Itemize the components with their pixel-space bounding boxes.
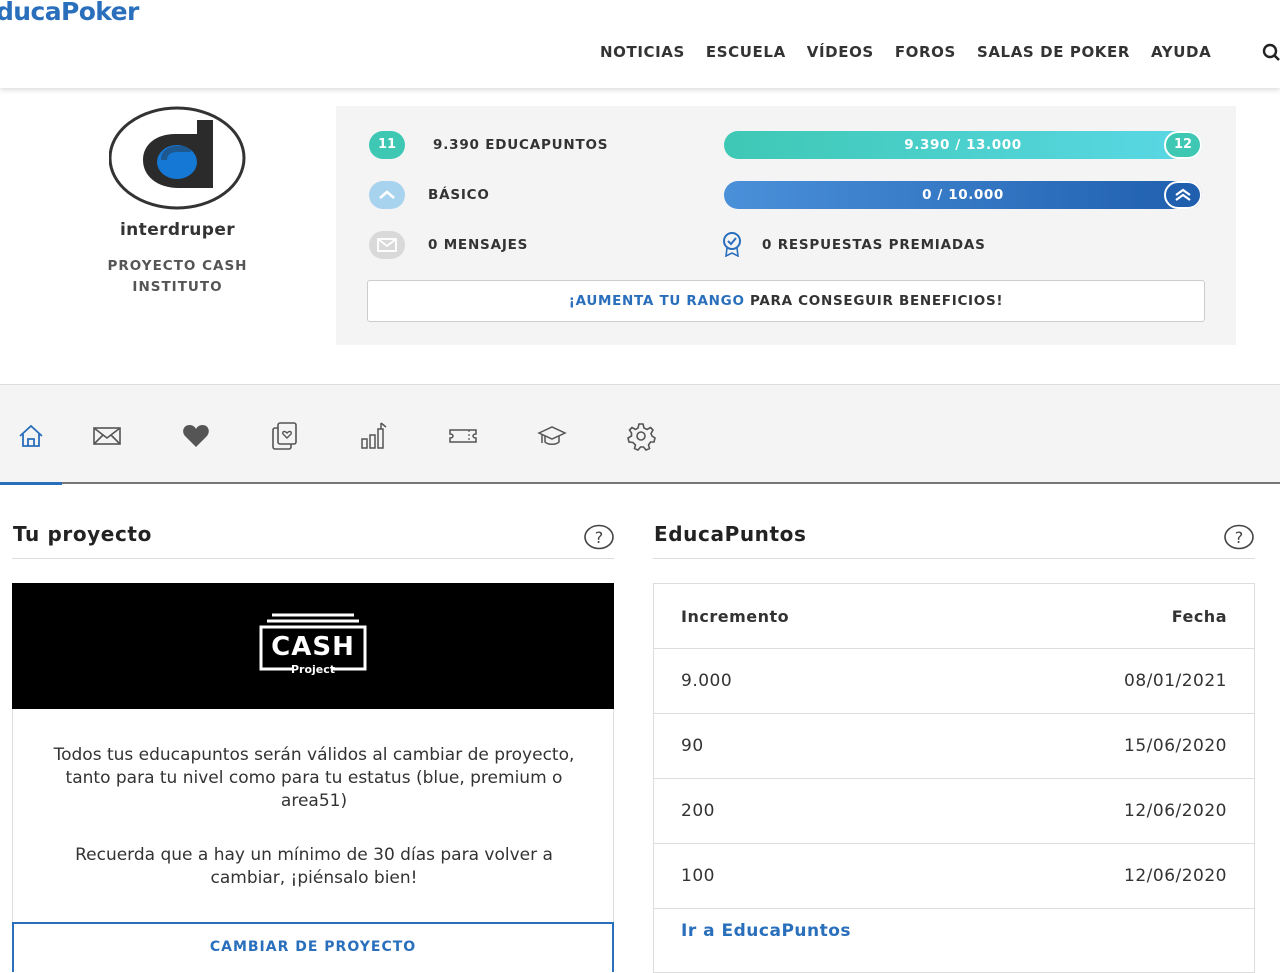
chart-icon: [361, 422, 387, 449]
stats-panel: 11 9.390 EDUCAPUNTOS 9.390 / 13.000 12 B…: [336, 106, 1236, 345]
educapuntos-total: 9.390 EDUCAPUNTOS: [433, 137, 609, 153]
level-progress-text: 9.390 / 13.000: [904, 137, 1022, 153]
avatar[interactable]: [109, 106, 246, 210]
row-date: 08/01/2021: [1124, 671, 1227, 691]
rank-icon: [369, 181, 405, 209]
help-icon[interactable]: ?: [1224, 524, 1254, 550]
nav-ayuda[interactable]: AYUDA: [1151, 43, 1211, 61]
username: interdruper: [119, 220, 236, 240]
go-to-educapuntos-link[interactable]: Ir a EducaPuntos: [681, 921, 851, 941]
project-section-title: Tu proyecto: [13, 522, 152, 546]
level-progress-bar: 9.390 / 13.000 12: [724, 131, 1202, 159]
awarded-answers[interactable]: 0 RESPUESTAS PREMIADAS: [762, 237, 986, 253]
row-date: 12/06/2020: [1124, 801, 1227, 821]
svg-text:?: ?: [595, 528, 604, 547]
cash-project-banner: CASH Project: [12, 583, 614, 709]
tab-school[interactable]: [521, 421, 583, 485]
project-reminder-paragraph: Recuerda que a hay un mínimo de 30 días …: [75, 845, 553, 888]
change-project-button[interactable]: CAMBIAR DE PROYECTO: [12, 922, 614, 972]
project-line-1: PROYECTO CASH: [107, 258, 248, 274]
mail-icon: [369, 231, 405, 259]
rank-label: BÁSICO: [428, 187, 490, 203]
column-header-increment: Incremento: [681, 607, 790, 626]
tab-favorites[interactable]: [165, 421, 227, 485]
site-logo[interactable]: ducaPoker: [0, 0, 139, 26]
profile-project: PROYECTO CASH INSTITUTO: [60, 256, 295, 298]
rank-progress-text: 0 / 10.000: [922, 187, 1004, 203]
level-next-label: 12: [1173, 137, 1193, 152]
tab-messages[interactable]: [76, 421, 138, 485]
nav-escuela[interactable]: ESCUELA: [706, 43, 786, 61]
help-icon[interactable]: ?: [584, 524, 614, 550]
cta-link-text[interactable]: ¡AUMENTA TU RANGO: [569, 293, 745, 309]
svg-text:?: ?: [1235, 528, 1244, 547]
table-row: 100 12/06/2020: [654, 844, 1254, 909]
mail-icon: [93, 427, 121, 445]
rank-badge-next: [1164, 181, 1202, 209]
heart-icon: [183, 425, 209, 447]
cards-icon: [272, 422, 297, 450]
educapuntos-table: Incremento Fecha 9.000 08/01/2021 90 15/…: [653, 583, 1255, 973]
tab-tickets[interactable]: [432, 421, 494, 485]
educapuntos-section-divider: [653, 558, 1255, 559]
cta-rest-text: PARA CONSEGUIR BENEFICIOS!: [744, 293, 1004, 309]
project-section-divider: [12, 558, 614, 559]
level-badge-next: 12: [1164, 131, 1202, 159]
tab-stats[interactable]: [343, 421, 405, 485]
row-date: 12/06/2020: [1124, 866, 1227, 886]
nav-foros[interactable]: FOROS: [895, 43, 956, 61]
project-line-2: INSTITUTO: [132, 279, 223, 295]
increase-rank-button[interactable]: ¡AUMENTA TU RANGO PARA CONSEGUIR BENEFIC…: [367, 280, 1205, 322]
table-row: 200 12/06/2020: [654, 779, 1254, 844]
row-amount: 100: [681, 866, 715, 886]
search-icon[interactable]: [1262, 43, 1280, 61]
nav-videos[interactable]: VÍDEOS: [807, 43, 874, 61]
table-header-row: Incremento Fecha: [654, 584, 1254, 649]
row-amount: 9.000: [681, 671, 733, 691]
project-info-paragraph: Todos tus educapuntos serán válidos al c…: [53, 745, 575, 811]
row-amount: 200: [681, 801, 715, 821]
tab-settings[interactable]: [610, 421, 672, 485]
gear-icon: [627, 423, 656, 451]
main-nav: NOTICIAS ESCUELA VÍDEOS FOROS SALAS DE P…: [600, 40, 1232, 64]
table-row: 9.000 08/01/2021: [654, 649, 1254, 714]
ticket-icon: [449, 429, 477, 443]
award-icon: [723, 232, 741, 257]
graduation-cap-icon: [537, 426, 567, 445]
site-header: ducaPoker NOTICIAS ESCUELA VÍDEOS FOROS …: [0, 0, 1280, 88]
educapuntos-section-title: EducaPuntos: [654, 522, 807, 546]
tab-cards[interactable]: [254, 421, 316, 485]
level-badge-current: 11: [369, 131, 405, 159]
cash-logo-subtext: Project: [290, 663, 336, 676]
row-date: 15/06/2020: [1124, 736, 1227, 756]
double-chevron-up-icon: [1175, 188, 1191, 201]
row-amount: 90: [681, 736, 704, 756]
tab-home[interactable]: [0, 421, 62, 485]
messages-count[interactable]: 0 MENSAJES: [428, 237, 528, 253]
nav-noticias[interactable]: NOTICIAS: [600, 43, 685, 61]
nav-salas-de-poker[interactable]: SALAS DE POKER: [977, 43, 1130, 61]
profile-tab-bar: [0, 384, 1280, 485]
table-row: 90 15/06/2020: [654, 714, 1254, 779]
cash-logo-text: CASH: [271, 632, 355, 662]
rank-progress-bar: 0 / 10.000: [724, 181, 1202, 209]
column-header-date: Fecha: [1171, 607, 1227, 626]
home-icon: [19, 424, 43, 447]
